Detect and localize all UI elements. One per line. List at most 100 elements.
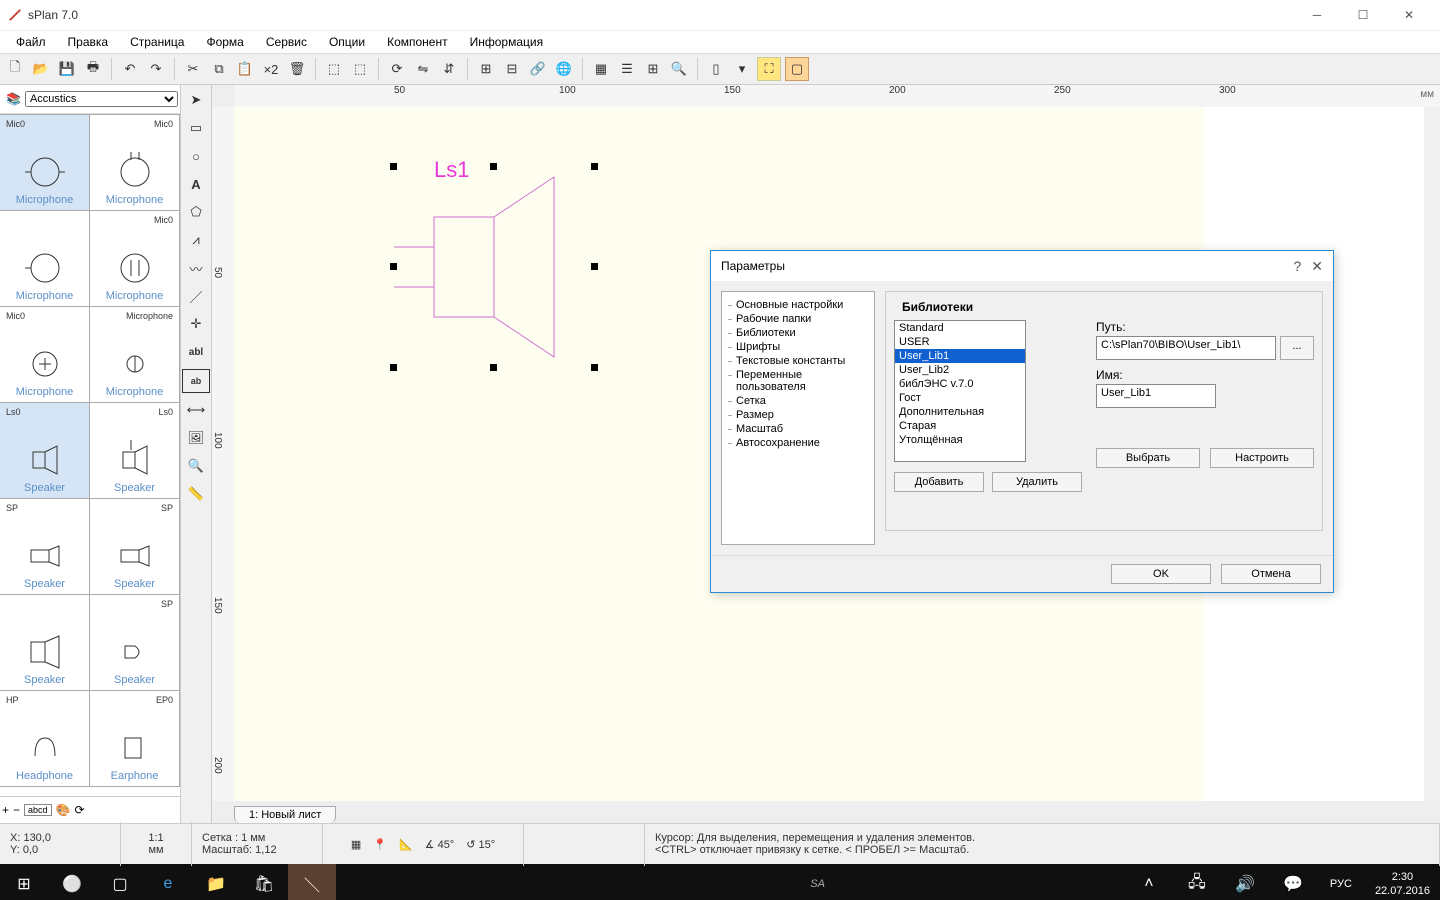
tree-item[interactable]: Шрифты — [726, 340, 870, 354]
circle-icon[interactable]: ○ — [184, 145, 208, 167]
front-icon[interactable]: ⬚ — [323, 58, 345, 80]
library-listbox[interactable]: StandardUSERUser_Lib1User_Lib2библЭНС v.… — [894, 320, 1026, 462]
library-item[interactable]: SPSpeaker — [0, 498, 90, 595]
selected-component[interactable]: Ls1 — [394, 167, 594, 367]
library-item[interactable]: Microphone — [0, 210, 90, 307]
tree-item[interactable]: Рабочие папки — [726, 312, 870, 326]
copy-icon[interactable]: ⧉ — [208, 58, 230, 80]
list-item[interactable]: Дополнительная — [895, 405, 1025, 419]
search-taskbar-icon[interactable]: ⚪ — [48, 864, 96, 900]
start-button[interactable]: ⊞ — [0, 864, 48, 900]
library-item[interactable]: Mic0Microphone — [89, 210, 180, 307]
table-icon[interactable]: ⊞ — [642, 58, 664, 80]
list-icon[interactable]: ☰ — [616, 58, 638, 80]
settings-tree[interactable]: Основные настройкиРабочие папкиБиблиотек… — [721, 291, 875, 545]
tree-item[interactable]: Автосохранение — [726, 436, 870, 450]
ungroup-icon[interactable]: ⊟ — [501, 58, 523, 80]
preview-icon[interactable]: ▢ — [785, 57, 809, 81]
group-icon[interactable]: ⊞ — [475, 58, 497, 80]
tree-item[interactable]: Текстовые константы — [726, 354, 870, 368]
search-icon[interactable]: 🔍 — [668, 58, 690, 80]
open-icon[interactable]: 📂 — [30, 58, 52, 80]
browse-button[interactable]: ... — [1280, 336, 1314, 360]
sheet-tab[interactable]: 1: Новый лист — [234, 806, 336, 823]
flipv-icon[interactable]: ⇵ — [438, 58, 460, 80]
library-item[interactable]: Speaker — [0, 594, 90, 691]
menu-options[interactable]: Опции — [319, 33, 375, 51]
menu-page[interactable]: Страница — [120, 33, 194, 51]
pointer-icon[interactable]: ➤ — [184, 89, 208, 111]
library-item[interactable]: Mic0Microphone — [0, 306, 90, 403]
name-field[interactable]: User_Lib1 — [1096, 384, 1216, 408]
curve-icon[interactable]: 〰 — [184, 257, 208, 279]
add-button[interactable]: Добавить — [894, 472, 984, 492]
save-icon[interactable]: 💾 — [56, 58, 78, 80]
zoom-icon[interactable]: 🔍 — [184, 455, 208, 477]
path-field[interactable]: C:\sPlan70\BIBO\User_Lib1\ — [1096, 336, 1276, 360]
list-item[interactable]: Утолщённая — [895, 433, 1025, 447]
menu-file[interactable]: Файл — [6, 33, 56, 51]
angle-icon[interactable]: 📐 — [399, 838, 413, 851]
polyline-icon[interactable]: ⩘ — [184, 229, 208, 251]
list-item[interactable]: Старая — [895, 419, 1025, 433]
cancel-button[interactable]: Отмена — [1221, 564, 1321, 584]
delete-button[interactable]: Удалить — [992, 472, 1082, 492]
text-icon[interactable]: A — [184, 173, 208, 195]
lib-text-icon[interactable]: abcd — [24, 804, 52, 816]
list-item[interactable]: Standard — [895, 321, 1025, 335]
line-icon[interactable]: ／ — [184, 285, 208, 307]
menu-edit[interactable]: Правка — [58, 33, 119, 51]
tray-chevron-icon[interactable]: ˄ — [1125, 864, 1173, 900]
delete-icon[interactable]: 🗑 — [286, 58, 308, 80]
palette-icon[interactable]: 🎨 — [56, 803, 71, 817]
snap-icon[interactable]: 📍 — [373, 838, 387, 851]
refresh-icon[interactable]: ⟳ — [75, 803, 85, 817]
new-icon[interactable]: 🗋 — [4, 58, 26, 80]
label-icon[interactable]: abl — [184, 341, 208, 363]
cut-icon[interactable]: ✂ — [182, 58, 204, 80]
taskview-icon[interactable]: ▢ — [96, 864, 144, 900]
list-item[interactable]: Гост — [895, 391, 1025, 405]
chevron-down-icon[interactable]: ▾ — [731, 58, 753, 80]
tree-item[interactable]: Размер — [726, 408, 870, 422]
dimension-icon[interactable]: ⟷ — [184, 399, 208, 421]
minus-icon[interactable]: − — [13, 803, 20, 817]
tree-item[interactable]: Масштаб — [726, 422, 870, 436]
network-icon[interactable]: 🖧 — [1173, 864, 1221, 900]
link-icon[interactable]: 🔗 — [527, 58, 549, 80]
store-icon[interactable]: 🛍 — [240, 864, 288, 900]
plus-icon[interactable]: + — [2, 803, 9, 817]
globe-icon[interactable]: 🌐 — [553, 58, 575, 80]
tree-item[interactable]: Переменные пользователя — [726, 368, 870, 394]
close-button[interactable]: ✕ — [1386, 0, 1432, 30]
library-item[interactable]: Mic0Microphone — [0, 114, 90, 211]
grid-toggle-icon[interactable]: ▦ — [351, 838, 361, 851]
undo-icon[interactable]: ↶ — [119, 58, 141, 80]
library-item[interactable]: Mic0Microphone — [89, 114, 180, 211]
list-item[interactable]: USER — [895, 335, 1025, 349]
maximize-button[interactable]: ☐ — [1340, 0, 1386, 30]
redo-icon[interactable]: ↷ — [145, 58, 167, 80]
menu-component[interactable]: Компонент — [377, 33, 458, 51]
back-icon[interactable]: ⬚ — [349, 58, 371, 80]
library-item[interactable]: SPSpeaker — [89, 594, 180, 691]
library-item[interactable]: EP0Earphone — [89, 690, 180, 787]
vertical-scrollbar[interactable] — [1423, 107, 1440, 801]
page-icon[interactable]: ▯ — [705, 58, 727, 80]
library-item[interactable]: MicrophoneMicrophone — [89, 306, 180, 403]
library-item[interactable]: HPHeadphone — [0, 690, 90, 787]
node-icon[interactable]: ✛ — [184, 313, 208, 335]
list-item[interactable]: User_Lib2 — [895, 363, 1025, 377]
notification-icon[interactable]: 💬 — [1269, 864, 1317, 900]
dialog-close-button[interactable]: ✕ — [1311, 258, 1323, 275]
rect-icon[interactable]: ▭ — [184, 117, 208, 139]
ok-button[interactable]: OK — [1111, 564, 1211, 584]
volume-icon[interactable]: 🔊 — [1221, 864, 1269, 900]
print-icon[interactable]: 🖶 — [82, 58, 104, 80]
list-item[interactable]: User_Lib1 — [895, 349, 1025, 363]
menu-info[interactable]: Информация — [460, 33, 553, 51]
paste-icon[interactable]: 📋 — [234, 58, 256, 80]
duplicate-icon[interactable]: ×2 — [260, 58, 282, 80]
labelbox-icon[interactable]: ab — [182, 369, 210, 393]
configure-button[interactable]: Настроить — [1210, 448, 1314, 468]
